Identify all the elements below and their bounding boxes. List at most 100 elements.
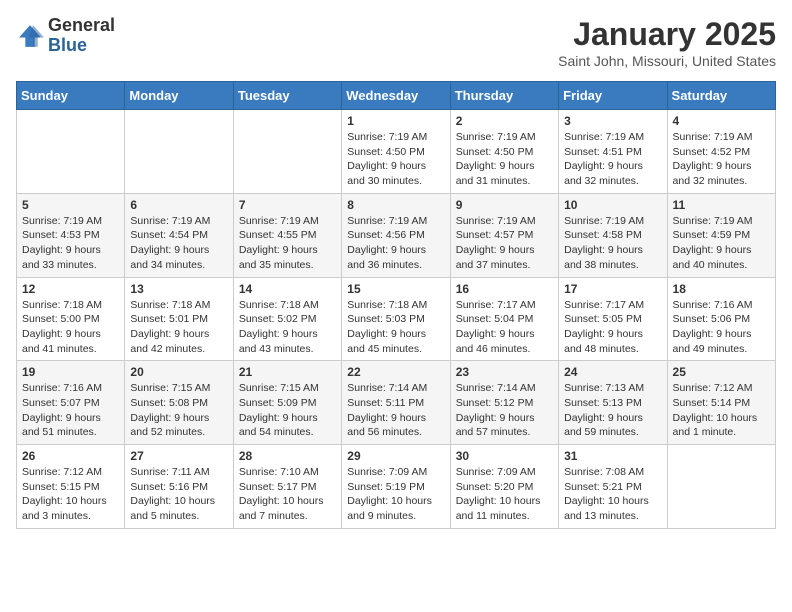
calendar-cell — [667, 445, 775, 529]
day-number: 8 — [347, 198, 444, 212]
day-number: 7 — [239, 198, 336, 212]
day-number: 13 — [130, 282, 227, 296]
calendar-cell: 12 Sunrise: 7:18 AMSunset: 5:00 PMDayligh… — [17, 277, 125, 361]
day-detail: Sunrise: 7:17 AMSunset: 5:05 PMDaylight:… — [564, 298, 661, 357]
day-detail: Sunrise: 7:18 AMSunset: 5:00 PMDaylight:… — [22, 298, 119, 357]
calendar-cell: 9 Sunrise: 7:19 AMSunset: 4:57 PMDaylight… — [450, 193, 558, 277]
logo: General Blue — [16, 16, 115, 56]
weekday-header-wednesday: Wednesday — [342, 82, 450, 110]
calendar-table: SundayMondayTuesdayWednesdayThursdayFrid… — [16, 81, 776, 529]
day-detail: Sunrise: 7:11 AMSunset: 5:16 PMDaylight:… — [130, 465, 227, 524]
calendar-cell: 30 Sunrise: 7:09 AMSunset: 5:20 PMDayligh… — [450, 445, 558, 529]
calendar-cell: 25 Sunrise: 7:12 AMSunset: 5:14 PMDayligh… — [667, 361, 775, 445]
day-number: 15 — [347, 282, 444, 296]
calendar-cell — [233, 110, 341, 194]
day-detail: Sunrise: 7:16 AMSunset: 5:06 PMDaylight:… — [673, 298, 770, 357]
weekday-header-friday: Friday — [559, 82, 667, 110]
day-detail: Sunrise: 7:12 AMSunset: 5:15 PMDaylight:… — [22, 465, 119, 524]
logo-general: General — [48, 16, 115, 36]
calendar-cell: 11 Sunrise: 7:19 AMSunset: 4:59 PMDayligh… — [667, 193, 775, 277]
week-row-4: 19Sunrise: 7:16 AMSunset: 5:07 PMDayligh… — [17, 361, 776, 445]
day-number: 31 — [564, 449, 661, 463]
calendar-cell: 4Sunrise: 7:19 AMSunset: 4:52 PMDaylight… — [667, 110, 775, 194]
day-detail: Sunrise: 7:19 AMSunset: 4:54 PMDaylight:… — [130, 214, 227, 273]
day-number: 2 — [456, 114, 553, 128]
week-row-1: 1 Sunrise: 7:19 AMSunset: 4:50 PMDaylight… — [17, 110, 776, 194]
week-row-5: 26 Sunrise: 7:12 AMSunset: 5:15 PMDayligh… — [17, 445, 776, 529]
day-detail: Sunrise: 7:14 AMSunset: 5:12 PMDaylight:… — [456, 381, 553, 440]
calendar-cell: 10 Sunrise: 7:19 AMSunset: 4:58 PMDayligh… — [559, 193, 667, 277]
weekday-header-tuesday: Tuesday — [233, 82, 341, 110]
calendar-cell: 19Sunrise: 7:16 AMSunset: 5:07 PMDayligh… — [17, 361, 125, 445]
day-number: 18 — [673, 282, 770, 296]
day-detail: Sunrise: 7:15 AMSunset: 5:09 PMDaylight:… — [239, 381, 336, 440]
calendar-cell: 1Sunrise: 7:19 AMSunset: 4:50 PMDaylight… — [342, 110, 450, 194]
calendar-cell: 28Sunrise: 7:10 AMSunset: 5:17 PMDayligh… — [233, 445, 341, 529]
day-detail: Sunrise: 7:19 AMSunset: 4:51 PMDaylight:… — [564, 130, 661, 189]
day-number: 23 — [456, 365, 553, 379]
day-number: 12 — [22, 282, 119, 296]
location-subtitle: Saint John, Missouri, United States — [558, 53, 776, 69]
day-detail: Sunrise: 7:19 AMSunset: 4:55 PMDaylight:… — [239, 214, 336, 273]
day-number: 5 — [22, 198, 119, 212]
day-detail: Sunrise: 7:18 AMSunset: 5:03 PMDaylight:… — [347, 298, 444, 357]
day-number: 24 — [564, 365, 661, 379]
calendar-cell: 31 Sunrise: 7:08 AMSunset: 5:21 PMDayligh… — [559, 445, 667, 529]
day-detail: Sunrise: 7:19 AMSunset: 4:56 PMDaylight:… — [347, 214, 444, 273]
day-detail: Sunrise: 7:08 AMSunset: 5:21 PMDaylight:… — [564, 465, 661, 524]
day-number: 9 — [456, 198, 553, 212]
week-row-2: 5 Sunrise: 7:19 AMSunset: 4:53 PMDaylight… — [17, 193, 776, 277]
day-detail: Sunrise: 7:12 AMSunset: 5:14 PMDaylight:… — [673, 381, 770, 440]
logo-icon — [16, 22, 44, 50]
logo-blue: Blue — [48, 36, 115, 56]
day-number: 25 — [673, 365, 770, 379]
calendar-cell: 27 Sunrise: 7:11 AMSunset: 5:16 PMDayligh… — [125, 445, 233, 529]
day-number: 10 — [564, 198, 661, 212]
calendar-cell: 2 Sunrise: 7:19 AMSunset: 4:50 PMDaylight… — [450, 110, 558, 194]
day-detail: Sunrise: 7:19 AMSunset: 4:58 PMDaylight:… — [564, 214, 661, 273]
calendar-cell: 18 Sunrise: 7:16 AMSunset: 5:06 PMDayligh… — [667, 277, 775, 361]
calendar-cell: 26 Sunrise: 7:12 AMSunset: 5:15 PMDayligh… — [17, 445, 125, 529]
day-number: 26 — [22, 449, 119, 463]
calendar-cell — [17, 110, 125, 194]
day-detail: Sunrise: 7:19 AMSunset: 4:50 PMDaylight:… — [456, 130, 553, 189]
day-detail: Sunrise: 7:17 AMSunset: 5:04 PMDaylight:… — [456, 298, 553, 357]
day-number: 11 — [673, 198, 770, 212]
weekday-header-sunday: Sunday — [17, 82, 125, 110]
day-detail: Sunrise: 7:19 AMSunset: 4:59 PMDaylight:… — [673, 214, 770, 273]
calendar-cell: 23 Sunrise: 7:14 AMSunset: 5:12 PMDayligh… — [450, 361, 558, 445]
calendar-cell: 7 Sunrise: 7:19 AMSunset: 4:55 PMDaylight… — [233, 193, 341, 277]
day-detail: Sunrise: 7:16 AMSunset: 5:07 PMDaylight:… — [22, 381, 119, 440]
calendar-cell: 24 Sunrise: 7:13 AMSunset: 5:13 PMDayligh… — [559, 361, 667, 445]
calendar-cell: 14Sunrise: 7:18 AMSunset: 5:02 PMDayligh… — [233, 277, 341, 361]
day-number: 3 — [564, 114, 661, 128]
weekday-header-thursday: Thursday — [450, 82, 558, 110]
title-block: January 2025 Saint John, Missouri, Unite… — [558, 16, 776, 69]
day-detail: Sunrise: 7:15 AMSunset: 5:08 PMDaylight:… — [130, 381, 227, 440]
calendar-cell — [125, 110, 233, 194]
page-header: General Blue January 2025 Saint John, Mi… — [16, 16, 776, 69]
day-detail: Sunrise: 7:10 AMSunset: 5:17 PMDaylight:… — [239, 465, 336, 524]
day-detail: Sunrise: 7:09 AMSunset: 5:20 PMDaylight:… — [456, 465, 553, 524]
calendar-cell: 5 Sunrise: 7:19 AMSunset: 4:53 PMDaylight… — [17, 193, 125, 277]
calendar-cell: 21Sunrise: 7:15 AMSunset: 5:09 PMDayligh… — [233, 361, 341, 445]
calendar-cell: 8 Sunrise: 7:19 AMSunset: 4:56 PMDaylight… — [342, 193, 450, 277]
day-number: 14 — [239, 282, 336, 296]
day-number: 6 — [130, 198, 227, 212]
day-number: 29 — [347, 449, 444, 463]
calendar-cell: 22 Sunrise: 7:14 AMSunset: 5:11 PMDayligh… — [342, 361, 450, 445]
day-detail: Sunrise: 7:14 AMSunset: 5:11 PMDaylight:… — [347, 381, 444, 440]
day-number: 22 — [347, 365, 444, 379]
weekday-header-saturday: Saturday — [667, 82, 775, 110]
day-number: 4 — [673, 114, 770, 128]
day-number: 16 — [456, 282, 553, 296]
day-number: 30 — [456, 449, 553, 463]
day-detail: Sunrise: 7:13 AMSunset: 5:13 PMDaylight:… — [564, 381, 661, 440]
day-detail: Sunrise: 7:19 AMSunset: 4:57 PMDaylight:… — [456, 214, 553, 273]
day-detail: Sunrise: 7:19 AMSunset: 4:53 PMDaylight:… — [22, 214, 119, 273]
day-number: 27 — [130, 449, 227, 463]
calendar-cell: 15 Sunrise: 7:18 AMSunset: 5:03 PMDayligh… — [342, 277, 450, 361]
day-number: 17 — [564, 282, 661, 296]
day-number: 1 — [347, 114, 444, 128]
weekday-header-monday: Monday — [125, 82, 233, 110]
